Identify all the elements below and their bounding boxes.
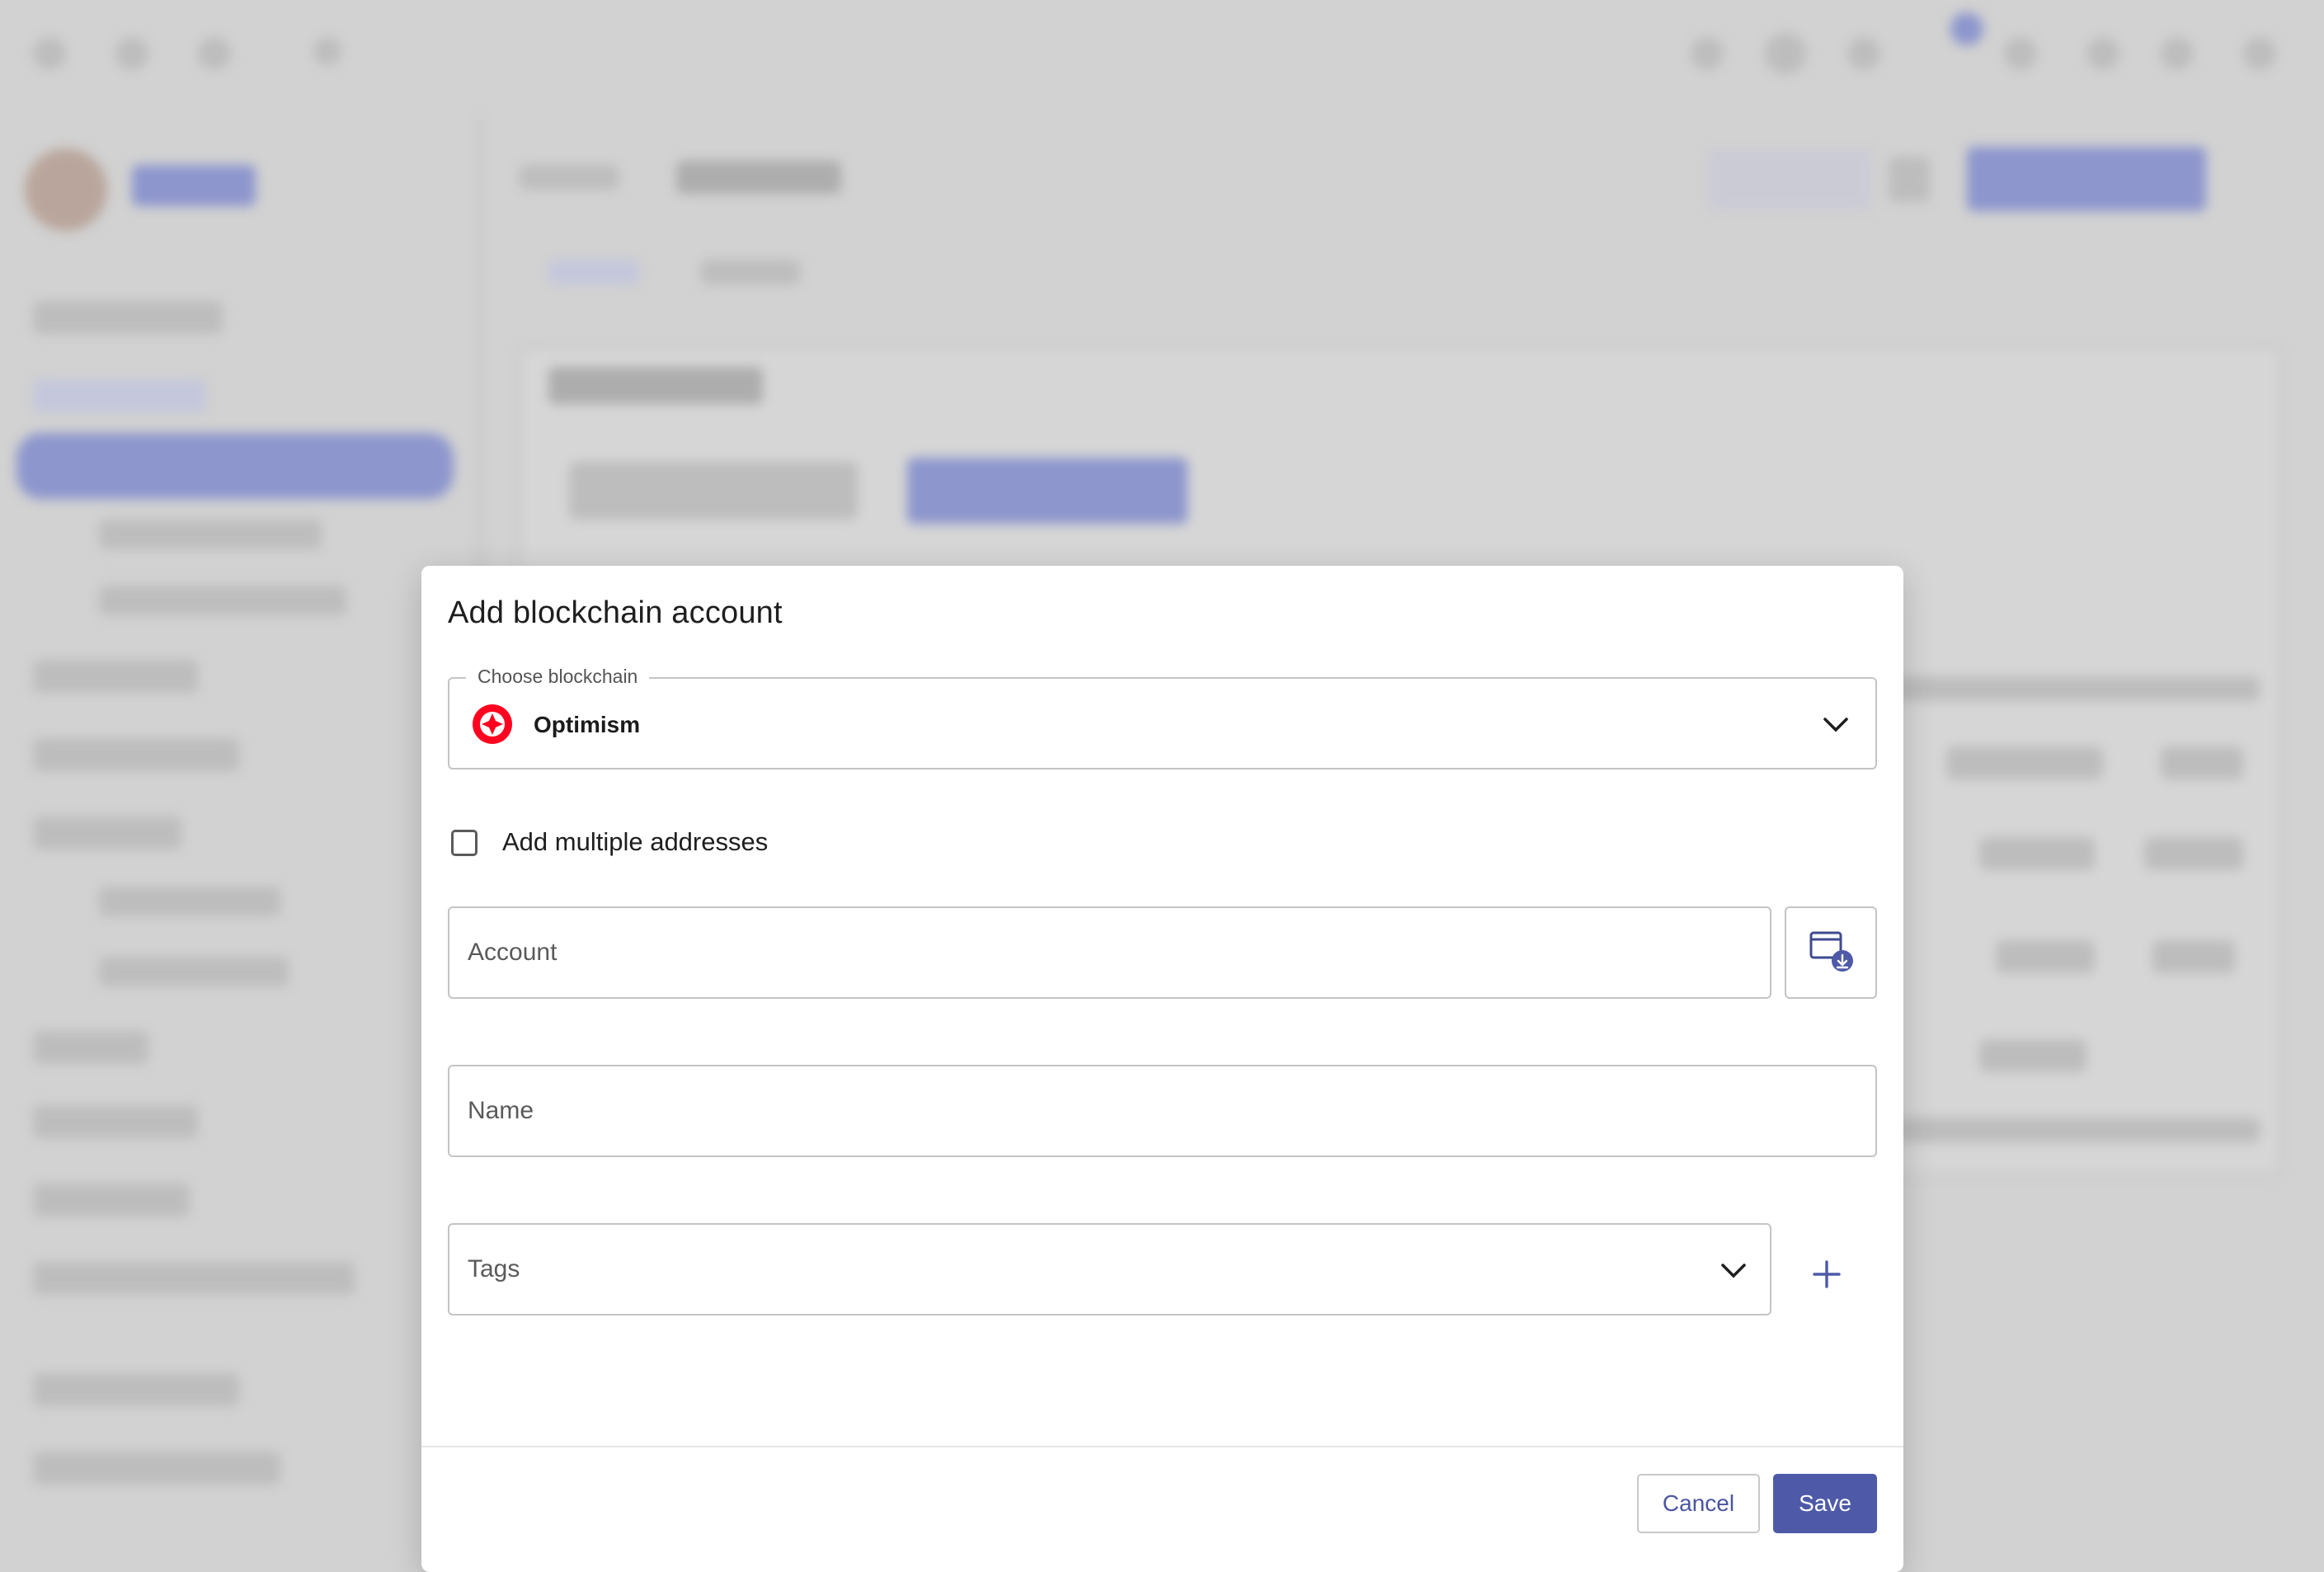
bg-row [1996,940,2095,973]
bg-nav [33,1452,280,1485]
bg-action [1889,157,1930,202]
bg-tab [701,260,800,285]
multiple-addresses-label: Add multiple addresses [502,827,769,856]
bg-icon [313,37,341,65]
bg-icon [2086,37,2119,70]
bg-icon [33,37,66,70]
tags-select[interactable]: Tags [448,1223,1771,1315]
selected-blockchain: Optimism [534,712,641,737]
bg-icon [1847,37,1880,70]
bg-nav [99,520,322,549]
chevron-down-icon[interactable] [1818,707,1854,743]
bg-brand [132,165,256,206]
bg-row [1946,746,2103,779]
bg-icon [2004,37,2037,70]
bg-icon [1765,33,1806,74]
bg-nav [33,1105,198,1138]
bg-nav [33,1262,355,1295]
tags-placeholder: Tags [468,1255,520,1283]
add-tag-button[interactable] [1800,1250,1853,1302]
bg-action [1707,148,1872,210]
bg-nav [99,887,280,916]
account-input[interactable]: Account [448,906,1771,999]
blockchain-select-label: Choose blockchain [466,666,650,688]
bg-row [2144,837,2243,870]
bg-nav [33,1373,239,1406]
multiple-addresses-checkbox[interactable] [451,830,478,856]
bg-filter [569,462,858,520]
save-button[interactable]: Save [1773,1474,1877,1533]
cancel-button[interactable]: Cancel [1637,1474,1760,1533]
bg-nav [33,301,223,334]
import-wallet-button[interactable] [1785,906,1877,999]
bg-row [1979,837,2095,870]
bg-nav [99,586,346,615]
bg-nav [33,738,239,771]
wallet-import-icon [1806,926,1856,980]
bg-row [1979,1039,2086,1072]
bg-row [2152,940,2235,973]
dialog-footer-divider [421,1446,1903,1447]
bg-row [1897,1118,2260,1142]
bg-nav [99,957,289,986]
bg-row [2161,746,2243,779]
bg-icon [2243,37,2276,70]
name-placeholder: Name [468,1097,534,1124]
name-input[interactable]: Name [448,1065,1877,1157]
bg-filter-button [907,458,1188,524]
bg-panel-title [548,367,763,404]
bg-icon [115,37,148,70]
bg-primary-action [1967,147,2206,211]
bg-nav [33,1184,190,1217]
bg-icon [1691,37,1724,70]
bg-nav-active [16,433,454,499]
bg-icon [1950,12,1983,45]
bg-tab [548,260,639,285]
blockchain-select[interactable]: Choose blockchain Optimism [448,666,1877,770]
bg-icon [2161,37,2194,70]
optimism-logo-icon [471,703,514,746]
bg-breadcrumb [676,161,841,194]
bg-nav [33,379,206,412]
chevron-down-icon[interactable] [1715,1253,1752,1289]
add-account-dialog: Add blockchain account Choose blockchain… [421,566,1903,1572]
plus-icon [1812,1259,1842,1293]
bg-logo [25,148,107,231]
bg-nav [33,1031,148,1064]
bg-breadcrumb [520,165,619,190]
bg-nav [33,817,181,850]
bg-row [1897,676,2260,701]
dialog-title: Add blockchain account [448,595,783,630]
account-placeholder: Account [468,939,557,966]
bg-icon [198,37,231,70]
bg-nav [33,660,198,693]
